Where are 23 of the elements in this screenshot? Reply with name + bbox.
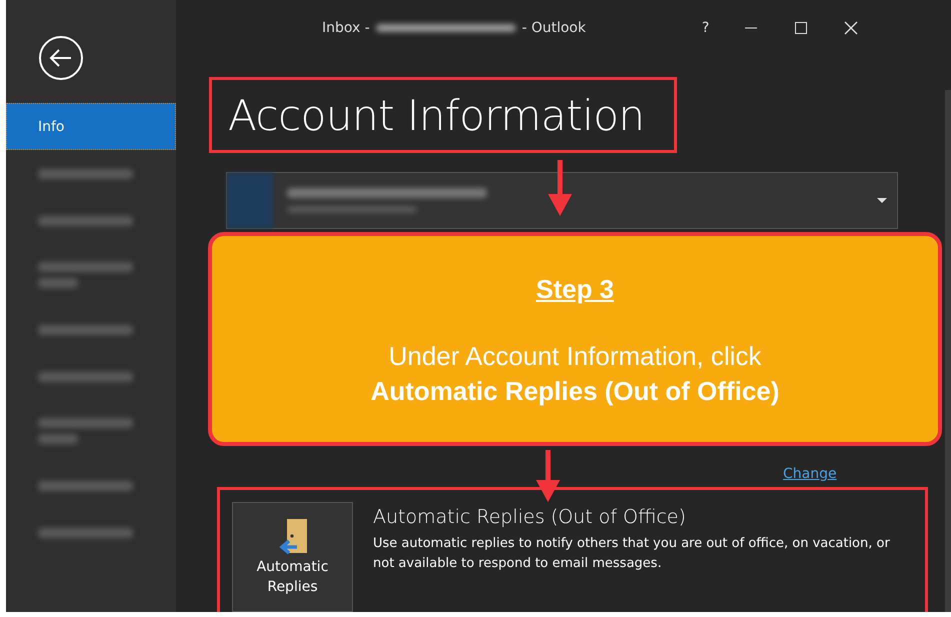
blurred-text-drawing [38,278,78,288]
back-button[interactable] [38,35,84,81]
sidebar-item[interactable]: Info [6,103,176,150]
change-link[interactable]: Change [783,466,837,482]
window-title: - Outlook [522,20,586,36]
instruction-text: Automatic Replies (Out of Office) [370,376,780,407]
maximize-icon[interactable] [793,20,810,36]
page-title: Account Information [228,90,645,140]
automatic-replies-button[interactable]: Automatic Replies [232,502,353,612]
close-icon[interactable] [843,20,860,36]
blurred-picture-drawing [227,173,273,228]
door-arrow-icon [276,517,308,557]
account-dropdown[interactable] [226,172,898,229]
section-description: Use automatic replies to notify others that you are out of office, on vacation, or not available to respond to email messages. [373,535,891,573]
scrollbar[interactable] [945,90,951,612]
window-title: Inbox - [322,20,370,36]
help-button[interactable]: ? [702,20,710,36]
section-title: Automatic Replies (Out of Office) [373,506,687,528]
blurred-text-drawing [38,434,78,444]
instruction-text: Under Account Information, click [388,341,762,372]
step-label: Step 3 [536,274,614,305]
caret-icon [877,198,887,204]
arrow-drawing [545,160,575,218]
